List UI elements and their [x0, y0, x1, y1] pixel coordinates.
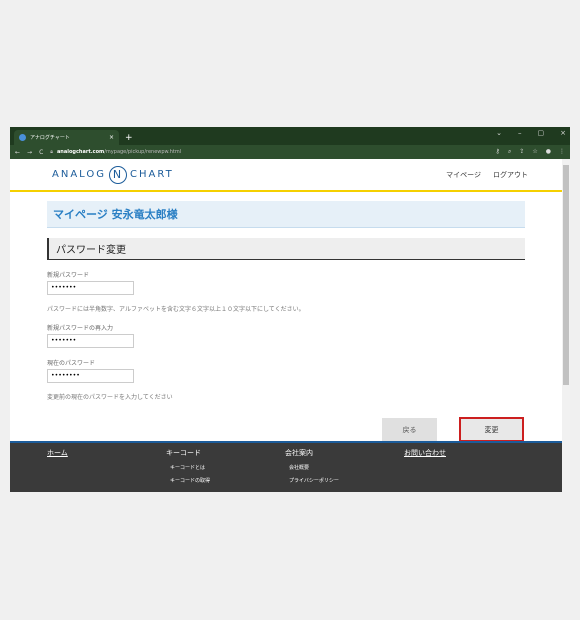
address-bar-icons: ⚷ ⌕ ⇪ ☆ ● ⋮	[496, 148, 565, 156]
logo-text-left: ANALOG	[52, 169, 106, 180]
minimize-icon[interactable]: –	[518, 129, 522, 137]
current-password-input[interactable]: ••••••••	[47, 369, 134, 383]
tab-title: アナログチャート	[30, 135, 70, 141]
footer-contact-link[interactable]: お問い合わせ	[404, 448, 523, 458]
footer-keycode-heading: キーコード	[166, 449, 201, 457]
bookmark-star-icon[interactable]: ☆	[532, 148, 537, 156]
footer-col-keycode: キーコード キーコードとは キーコードの取得	[166, 448, 285, 492]
menu-icon[interactable]: ⋮	[559, 148, 565, 156]
current-password-label: 現在のパスワード	[47, 360, 96, 367]
form-actions: 戻る 変更	[47, 417, 525, 442]
footer-company-overview-link[interactable]: 会社概要	[285, 464, 404, 471]
reload-icon[interactable]: C	[39, 149, 43, 156]
profile-icon[interactable]: ●	[546, 148, 551, 156]
new-password-label: 新規パスワード	[47, 272, 90, 279]
scrollbar-thumb[interactable]	[563, 165, 569, 385]
address-bar: ← → C 🔒︎ analogchart.com/mypage/pickup/r…	[10, 145, 570, 159]
lock-icon: 🔒︎	[50, 149, 53, 155]
footer-col-company: 会社案内 会社概要 プライバシーポリシー	[285, 448, 404, 492]
main-content: マイページ 安永竜太郎様 パスワード変更 新規パスワード ••••••• パスワ…	[10, 192, 562, 442]
footer-keycode-get-link[interactable]: キーコードの取得	[166, 477, 285, 484]
site-footer: ホーム キーコード キーコードとは キーコードの取得 会社案内 会社概要 プライ…	[10, 441, 562, 492]
maximize-icon[interactable]: ▢	[538, 129, 545, 137]
logo-mark-icon: N	[109, 165, 127, 184]
tab-search-icon[interactable]: ⌄	[496, 129, 502, 137]
tab-close-icon[interactable]: ×	[109, 134, 114, 141]
confirm-password-input[interactable]: •••••••	[47, 334, 134, 348]
logo-text-right: CHART	[130, 169, 174, 180]
site-header: ANALOG N CHART マイページ ログアウト	[10, 159, 562, 192]
footer-keycode-about-link[interactable]: キーコードとは	[166, 464, 285, 471]
zoom-icon[interactable]: ⌕	[508, 148, 511, 156]
nav-logout-link[interactable]: ログアウト	[493, 170, 528, 180]
confirm-password-label: 新規パスワードの再入力	[47, 325, 114, 332]
site-logo[interactable]: ANALOG N CHART	[52, 165, 174, 184]
password-rule-note: パスワードには半角数字、アルファベットを含む文字６文字以上１０文字以下にしてくだ…	[47, 306, 305, 313]
header-nav: マイページ ログアウト	[446, 170, 528, 180]
web-page: ANALOG N CHART マイページ ログアウト マイページ 安永竜太郎様 …	[10, 159, 562, 492]
section-title: パスワード変更	[47, 238, 525, 260]
forward-icon[interactable]: →	[27, 149, 32, 156]
share-icon[interactable]: ⇪	[519, 148, 524, 156]
footer-home-link[interactable]: ホーム	[47, 448, 166, 458]
footer-col-home: ホーム	[47, 448, 166, 492]
change-button[interactable]: 変更	[459, 417, 524, 442]
back-icon[interactable]: ←	[15, 149, 20, 156]
footer-col-contact: お問い合わせ	[404, 448, 523, 492]
nav-mypage-link[interactable]: マイページ	[446, 170, 481, 180]
footer-company-heading: 会社案内	[285, 449, 313, 457]
favicon-icon	[19, 134, 26, 141]
browser-tab[interactable]: アナログチャート ×	[14, 130, 119, 145]
new-password-input[interactable]: •••••••	[47, 281, 134, 295]
url-path: /mypage/pickup/renewpw.html	[104, 149, 182, 155]
scrollbar[interactable]	[562, 159, 570, 492]
browser-window: アナログチャート × + ⌄ – ▢ × ← → C 🔒︎ analogchar…	[10, 127, 570, 492]
back-button[interactable]: 戻る	[382, 418, 437, 441]
url-field[interactable]: 🔒︎ analogchart.com/mypage/pickup/renewpw…	[50, 149, 488, 155]
current-password-note: 変更前の現在のパスワードを入力してください	[47, 394, 173, 401]
new-tab-button[interactable]: +	[125, 133, 133, 143]
url-domain: analogchart.com	[56, 149, 105, 155]
close-window-icon[interactable]: ×	[560, 129, 566, 137]
window-controls: ⌄ – ▢ ×	[496, 129, 566, 137]
footer-privacy-link[interactable]: プライバシーポリシー	[285, 477, 404, 484]
tab-bar: アナログチャート × + ⌄ – ▢ ×	[10, 127, 570, 145]
key-icon[interactable]: ⚷	[496, 148, 500, 156]
mypage-title: マイページ 安永竜太郎様	[47, 201, 525, 228]
